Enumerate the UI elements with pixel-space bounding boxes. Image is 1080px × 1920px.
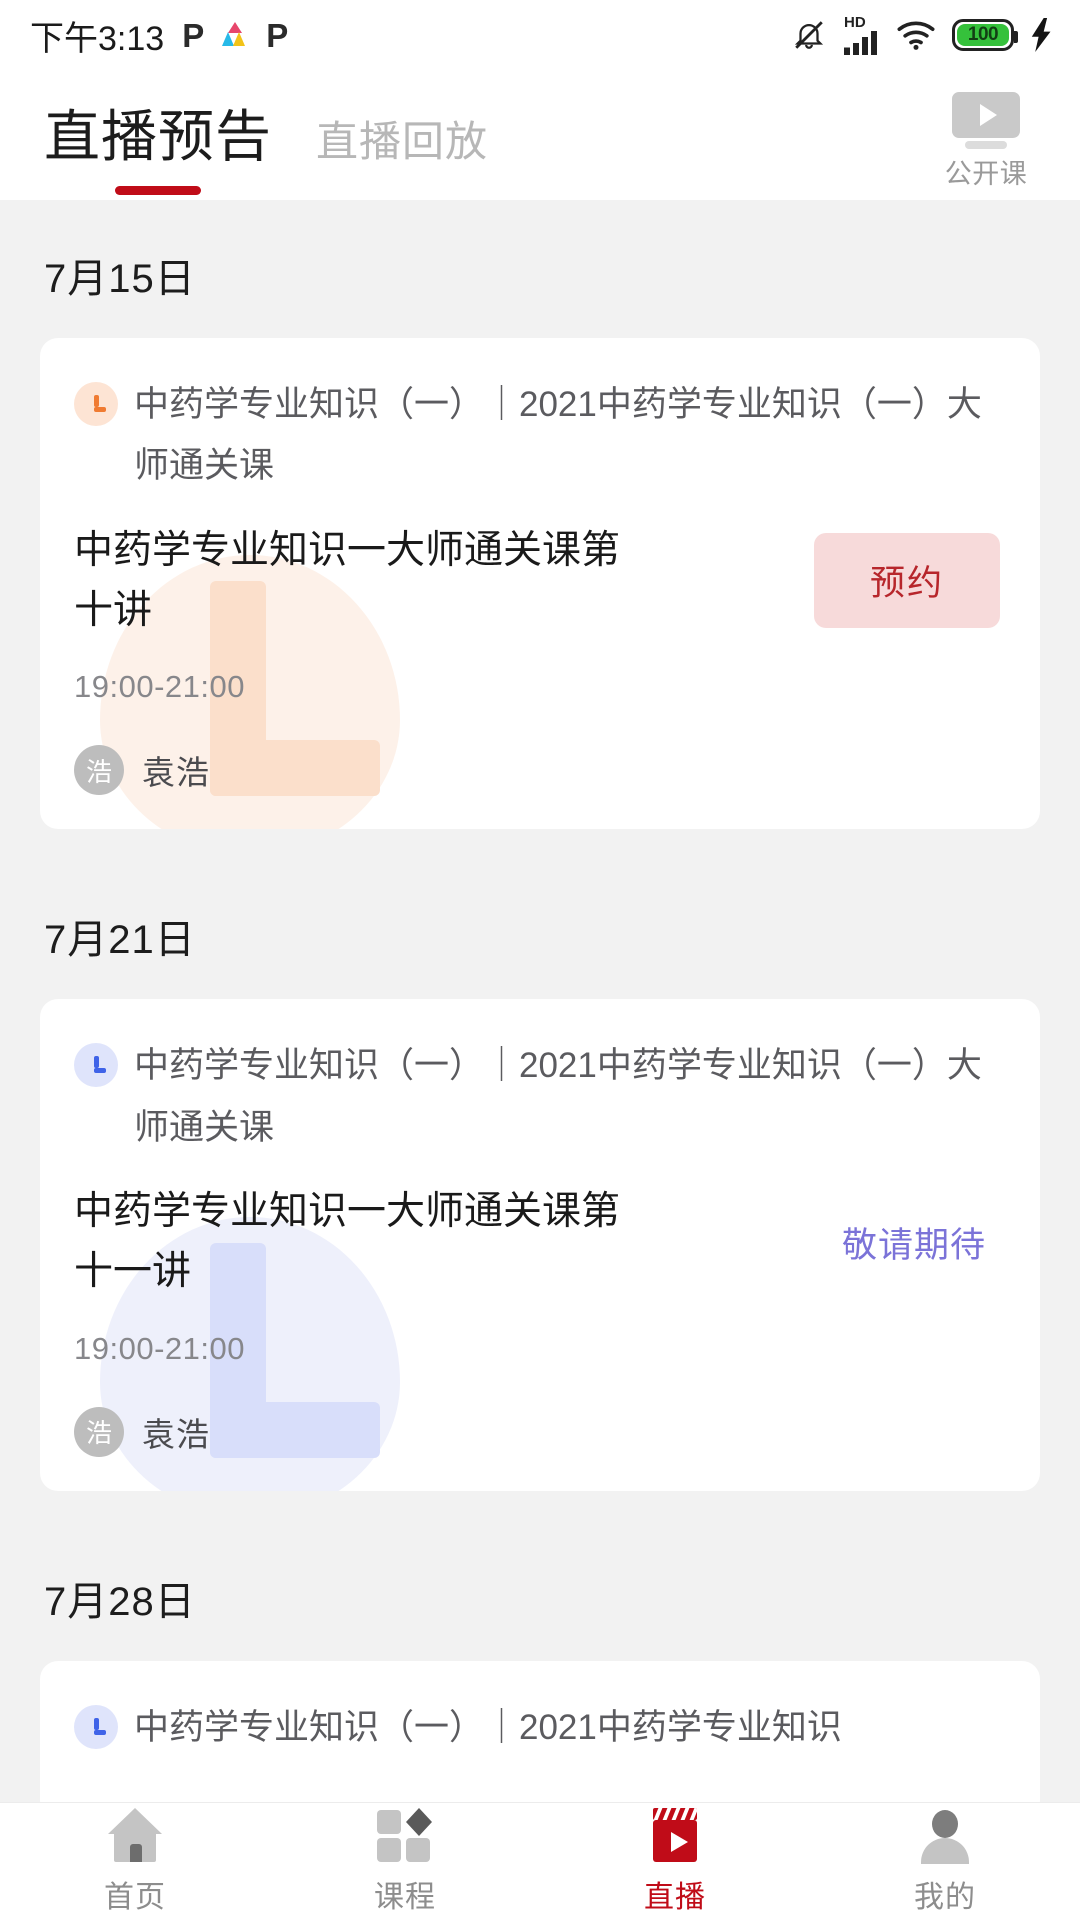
tab-live-preview-label: 直播预告 (44, 104, 272, 168)
avatar: 浩 (74, 1406, 124, 1457)
clock-icon (74, 382, 118, 426)
teacher-row: 浩 袁浩 (74, 745, 1000, 796)
profile-icon (915, 1808, 975, 1864)
status-bar: 下午3:13 P P HD 100 (0, 0, 1080, 70)
page-header: 直播预告 直播回放 公开课 (0, 70, 1080, 200)
course-row: 中药学专业知识（一）｜2021中药学专业知识（一）大师通关课 (74, 1035, 1000, 1158)
signal-bars-icon (844, 31, 877, 55)
tab-live-replay-label: 直播回放 (316, 117, 489, 165)
app-root: 下午3:13 P P HD 100 直播预告 直播回放 公开课 7月15日 中药… (0, 0, 1080, 1920)
clock-icon (74, 1704, 118, 1749)
nav-item-home[interactable]: 首页 (0, 1807, 270, 1916)
p-badge-icon-2: P (266, 16, 289, 54)
charging-bolt-icon (1031, 18, 1051, 52)
avatar: 浩 (74, 745, 124, 796)
nav-item-live[interactable]: 直播 (540, 1807, 810, 1916)
teacher-row: 浩 袁浩 (74, 1406, 1000, 1457)
mute-bell-icon (794, 21, 824, 49)
lesson-row: 中药学专业知识一大师通关课第十讲 预约 (74, 521, 1000, 642)
schedule-section: 7月21日 中药学专业知识（一）｜2021中药学专业知识（一）大师通关课 中药学… (0, 907, 1080, 1491)
session-time: 19:00-21:00 (74, 1330, 245, 1366)
date-header: 7月15日 (44, 257, 196, 301)
hd-signal-icon: HD (844, 15, 880, 55)
status-bar-right: HD 100 (790, 15, 1054, 55)
live-session-card[interactable]: 中药学专业知识（一）｜2021中药学专业知识（一）大师通关课 中药学专业知识一大… (40, 338, 1040, 830)
nav-label-home: 首页 (104, 1880, 166, 1914)
lesson-title: 中药学专业知识一大师通关课第十一讲 (74, 1189, 621, 1294)
date-header: 7月28日 (44, 1579, 196, 1624)
course-name: 中药学专业知识（一）｜2021中药学专业知识 (134, 1707, 842, 1747)
hd-label: HD (844, 14, 866, 31)
status-time: 下午3:13 (30, 19, 165, 58)
course-row: 中药学专业知识（一）｜2021中药学专业知识（一）大师通关课 (74, 374, 1000, 497)
tab-active-underline (115, 185, 201, 195)
tab-live-replay[interactable]: 直播回放 (316, 108, 488, 175)
tab-live-preview[interactable]: 直播预告 (44, 92, 272, 195)
nav-label-courses: 课程 (374, 1880, 436, 1914)
clock-icon (74, 1043, 118, 1088)
lesson-title: 中药学专业知识一大师通关课第十讲 (74, 528, 621, 632)
video-screen-icon (952, 92, 1020, 149)
teacher-name: 袁浩 (142, 1415, 210, 1453)
course-name: 中药学专业知识（一）｜2021中药学专业知识（一）大师通关课 (134, 1046, 982, 1147)
reserve-button[interactable]: 预约 (813, 533, 1000, 629)
home-icon (105, 1807, 165, 1864)
nav-item-courses[interactable]: 课程 (270, 1807, 540, 1916)
battery-icon: 100 (952, 19, 1018, 51)
nav-label-profile: 我的 (914, 1880, 976, 1914)
schedule-section: 7月15日 中药学专业知识（一）｜2021中药学专业知识（一）大师通关课 中药学… (0, 200, 1080, 830)
nav-item-profile[interactable]: 我的 (810, 1808, 1080, 1916)
date-header: 7月21日 (44, 918, 196, 963)
schedule-section: 7月28日 中药学专业知识（一）｜2021中药学专业知识 (0, 1569, 1080, 1802)
live-session-card[interactable]: 中药学专业知识（一）｜2021中药学专业知识（一）大师通关课 中药学专业知识一大… (40, 999, 1040, 1491)
tab-bar: 直播预告 直播回放 (44, 92, 488, 195)
course-name: 中药学专业知识（一）｜2021中药学专业知识（一）大师通关课 (134, 385, 982, 486)
teacher-name: 袁浩 (142, 754, 210, 792)
course-row: 中药学专业知识（一）｜2021中药学专业知识 (74, 1697, 1000, 1758)
live-session-card[interactable]: 中药学专业知识（一）｜2021中药学专业知识 (40, 1660, 1040, 1802)
open-class-button[interactable]: 公开课 (926, 92, 1046, 191)
courses-icon (375, 1807, 435, 1864)
wifi-icon (897, 21, 935, 50)
schedule-list[interactable]: 7月15日 中药学专业知识（一）｜2021中药学专业知识（一）大师通关课 中药学… (0, 200, 1080, 1802)
battery-level: 100 (967, 24, 999, 45)
open-class-label: 公开课 (944, 159, 1028, 189)
session-time: 19:00-21:00 (74, 669, 245, 705)
lesson-row: 中药学专业知识一大师通关课第十一讲 敬请期待 (74, 1182, 1000, 1303)
coming-soon-label: 敬请期待 (841, 1225, 986, 1265)
live-clapperboard-icon (645, 1807, 705, 1864)
bottom-nav: 首页 课程 直播 我的 (0, 1802, 1080, 1920)
triangle-logo-icon (222, 22, 248, 48)
p-badge-icon: P (182, 16, 205, 54)
nav-label-live: 直播 (644, 1880, 706, 1914)
status-bar-left: 下午3:13 P P (30, 11, 288, 60)
